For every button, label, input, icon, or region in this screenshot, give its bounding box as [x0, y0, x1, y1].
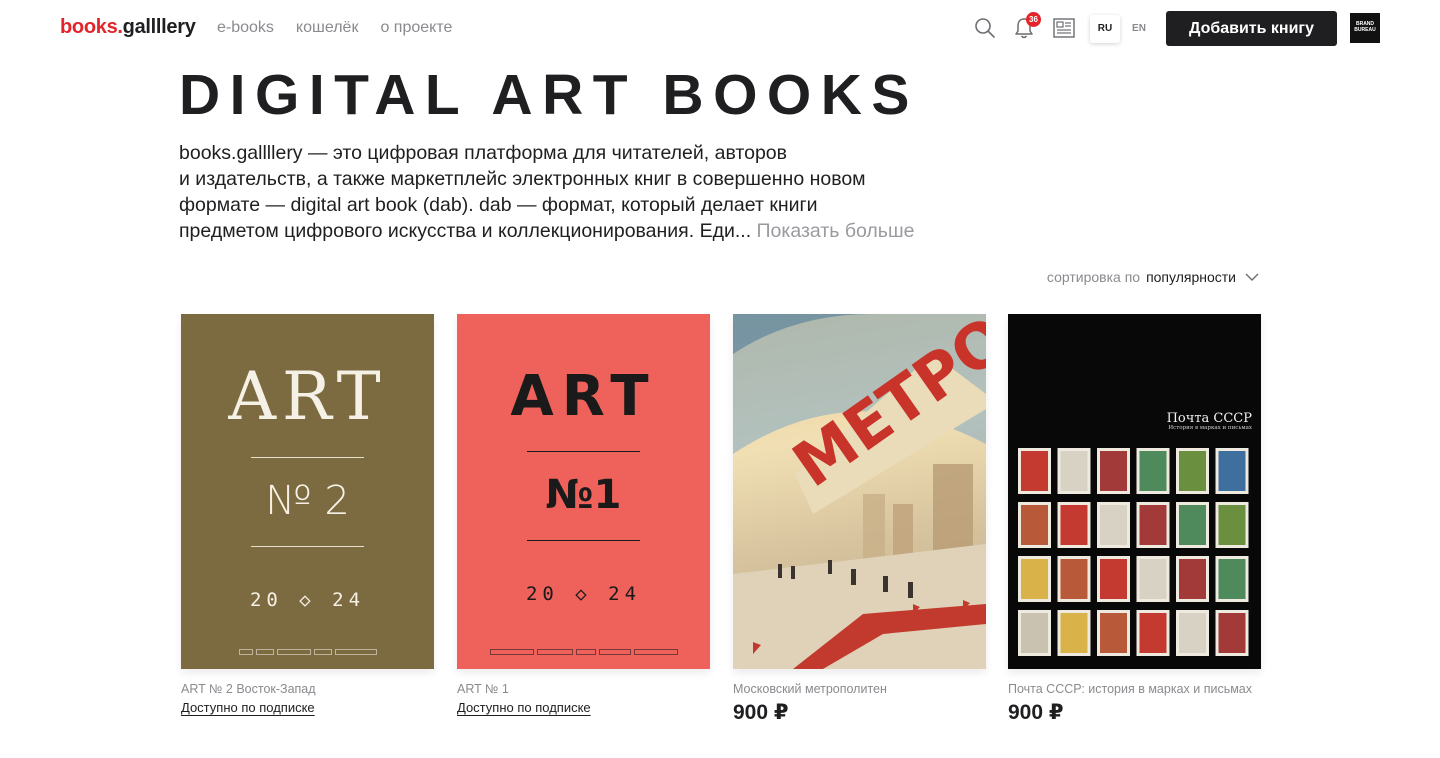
- stamp-image: [1021, 451, 1048, 491]
- stamp-image: [1179, 613, 1206, 653]
- sort-label: сортировка по: [1046, 269, 1141, 285]
- book-title[interactable]: ART № 1: [457, 682, 710, 696]
- cover-year: 20 ◇ 24: [525, 583, 642, 605]
- cover-year: 20 ◇ 24: [249, 589, 366, 611]
- hero-description: books.gallllery — это цифровая платформа…: [179, 140, 959, 244]
- stamp-image: [1218, 451, 1246, 491]
- book-title[interactable]: ART № 2 Восток-Запад: [181, 682, 434, 696]
- show-more-link[interactable]: Показать больше: [757, 220, 915, 242]
- bell-icon[interactable]: 36: [1010, 12, 1041, 42]
- nav-about[interactable]: о проекте: [380, 19, 452, 37]
- page-title: DIGITAL ART BOOKS: [179, 63, 919, 127]
- cover-art-word: ART: [510, 364, 657, 429]
- cover-tags: [181, 649, 434, 655]
- stamp-image: [1139, 613, 1167, 653]
- stamp-image: [1179, 505, 1206, 545]
- book-price: 900 ₽: [733, 701, 789, 724]
- sort-control: сортировка по популярности: [1047, 269, 1260, 285]
- book-title[interactable]: Почта СССР: история в марках и письмах: [1008, 682, 1261, 696]
- book-card: ART №1 20 ◇ 24 ART № 1 Доступно по подпи…: [457, 314, 710, 717]
- stamp-image: [1100, 613, 1127, 653]
- stamp-image: [1060, 559, 1088, 599]
- brand-bureau-avatar[interactable]: BRAND BUREAU: [1350, 13, 1380, 43]
- subscription-link[interactable]: Доступно по подписке: [457, 700, 591, 715]
- stamp-image: [1179, 559, 1206, 599]
- stamp-image: [1060, 451, 1088, 491]
- description-line: и издательств, а также маркетплейс элект…: [179, 168, 866, 190]
- add-book-button[interactable]: Добавить книгу: [1166, 11, 1337, 46]
- stamp-image: [1179, 451, 1206, 491]
- chevron-down-icon[interactable]: [1244, 269, 1260, 285]
- description-line: books.gallllery — это цифровая платформа…: [179, 142, 787, 164]
- stamp-image: [1100, 451, 1127, 491]
- lang-en-button[interactable]: EN: [1124, 15, 1154, 43]
- book-card: МЕТРО Московский метрополитен 900 ₽: [733, 314, 986, 725]
- nav-ebooks[interactable]: e-books: [217, 19, 274, 37]
- description-line: предметом цифрового искусства и коллекци…: [179, 220, 752, 242]
- stamp-image: [1218, 559, 1246, 599]
- book-cover[interactable]: ART № 2 20 ◇ 24: [181, 314, 434, 669]
- stamp-image: [1021, 559, 1048, 599]
- book-cover[interactable]: ART №1 20 ◇ 24: [457, 314, 710, 669]
- book-card: ART № 2 20 ◇ 24 ART № 2 Восток-Запад Дос…: [181, 314, 434, 717]
- logo-part-gallery: gallllery: [122, 16, 196, 38]
- stamp-image: [1100, 505, 1127, 545]
- description-line: формате — digital art book (dab). dab — …: [179, 194, 818, 216]
- cover-issue-number: №1: [545, 472, 622, 518]
- stamp-image: [1218, 613, 1246, 653]
- subscription-link[interactable]: Доступно по подписке: [181, 700, 315, 715]
- stamps-grid: [1018, 448, 1249, 656]
- book-cover[interactable]: МЕТРО: [733, 314, 986, 669]
- stamp-image: [1139, 451, 1167, 491]
- newspaper-icon[interactable]: [1050, 14, 1078, 42]
- nav-wallet[interactable]: кошелёк: [296, 19, 359, 37]
- site-logo[interactable]: books.gallllery: [60, 16, 196, 39]
- cover-divider: [251, 457, 364, 458]
- cover-art-word: ART: [228, 358, 387, 435]
- stamp-image: [1218, 505, 1246, 545]
- lang-ru-button[interactable]: RU: [1090, 15, 1120, 43]
- stamp-image: [1021, 613, 1048, 653]
- top-header: books.gallllery e-books кошелёк о проект…: [0, 0, 1440, 56]
- stamp-image: [1060, 613, 1088, 653]
- stamp-image: [1139, 505, 1167, 545]
- cover-divider: [251, 546, 364, 547]
- main-nav: e-books кошелёк о проекте: [217, 19, 452, 37]
- stamp-image: [1100, 559, 1127, 599]
- cover-divider: [527, 451, 640, 452]
- metro-poster-illustration: МЕТРО: [733, 314, 986, 669]
- cover-issue-number: № 2: [265, 478, 350, 524]
- logo-part-books: books.: [60, 16, 123, 38]
- notification-badge: 36: [1026, 12, 1041, 27]
- search-icon[interactable]: [971, 14, 999, 42]
- cover-tags: [457, 649, 710, 655]
- brand-line-2: BUREAU: [1354, 27, 1376, 33]
- cover-divider: [527, 540, 640, 541]
- book-price: 900 ₽: [1008, 701, 1064, 724]
- stamp-image: [1139, 559, 1167, 599]
- book-title[interactable]: Московский метрополитен: [733, 682, 986, 696]
- book-card: Почта СССР История в марках и письмах По…: [1008, 314, 1261, 725]
- stamp-image: [1060, 505, 1088, 545]
- book-cover[interactable]: Почта СССР История в марках и письмах: [1008, 314, 1261, 669]
- stamp-image: [1021, 505, 1048, 545]
- sort-dropdown[interactable]: популярности: [1146, 269, 1236, 285]
